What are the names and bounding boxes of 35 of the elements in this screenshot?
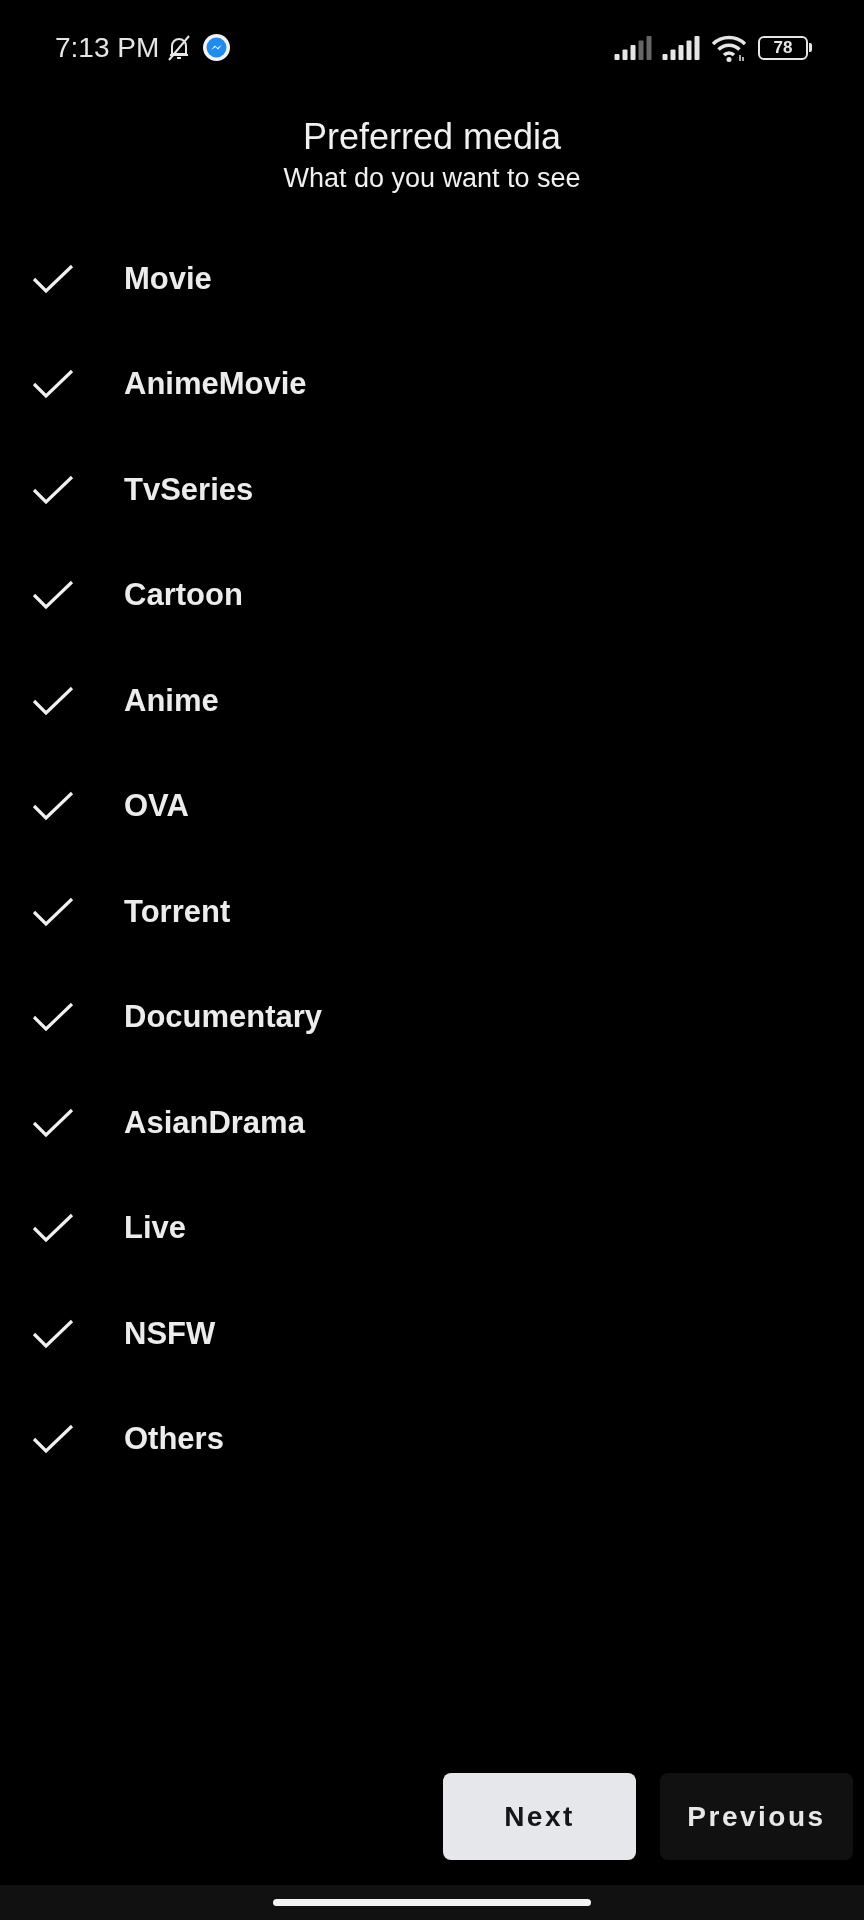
battery-level: 78 bbox=[758, 35, 808, 60]
checkmark-icon[interactable] bbox=[32, 896, 74, 927]
checkmark-icon[interactable] bbox=[32, 1318, 74, 1349]
checkmark-icon[interactable] bbox=[32, 263, 74, 294]
checkmark-icon[interactable] bbox=[32, 580, 74, 611]
media-type-option[interactable]: Documentary bbox=[124, 999, 323, 1036]
previous-button[interactable]: Previous bbox=[660, 1773, 853, 1860]
media-type-option[interactable]: Live bbox=[124, 1210, 187, 1247]
screen-title: Preferred media bbox=[302, 115, 562, 159]
signal-icon bbox=[662, 35, 700, 60]
media-type-option[interactable]: TvSeries bbox=[124, 471, 254, 508]
media-type-option[interactable]: Others bbox=[124, 1421, 224, 1458]
muted-bell-icon bbox=[167, 33, 192, 62]
checkmark-icon[interactable] bbox=[32, 1002, 74, 1033]
media-type-option[interactable]: Cartoon bbox=[124, 577, 243, 614]
checkmark-icon[interactable] bbox=[32, 791, 74, 822]
checkmark-icon[interactable] bbox=[32, 1424, 74, 1455]
next-button[interactable]: Next bbox=[443, 1773, 636, 1860]
media-type-option[interactable]: Movie bbox=[124, 260, 212, 297]
checkmark-icon[interactable] bbox=[32, 1107, 74, 1138]
media-type-option[interactable]: AsianDrama bbox=[124, 1104, 305, 1141]
media-type-option[interactable]: AnimeMovie bbox=[124, 366, 307, 403]
checkmark-icon[interactable] bbox=[32, 685, 74, 716]
battery-tip-icon bbox=[809, 43, 812, 52]
screen-subtitle: What do you want to see bbox=[283, 162, 581, 195]
media-type-option[interactable]: NSFW bbox=[124, 1315, 216, 1352]
media-type-option[interactable]: OVA bbox=[124, 788, 189, 825]
media-type-option[interactable]: Anime bbox=[124, 682, 219, 719]
signal-icon bbox=[614, 35, 652, 60]
chat-bubble-icon bbox=[203, 34, 231, 61]
checkmark-icon[interactable] bbox=[32, 369, 74, 400]
status-time: 7:13 PM bbox=[55, 31, 160, 64]
checkmark-icon[interactable] bbox=[32, 474, 74, 505]
media-type-option[interactable]: Torrent bbox=[124, 893, 231, 930]
checkmark-icon[interactable] bbox=[32, 1213, 74, 1244]
